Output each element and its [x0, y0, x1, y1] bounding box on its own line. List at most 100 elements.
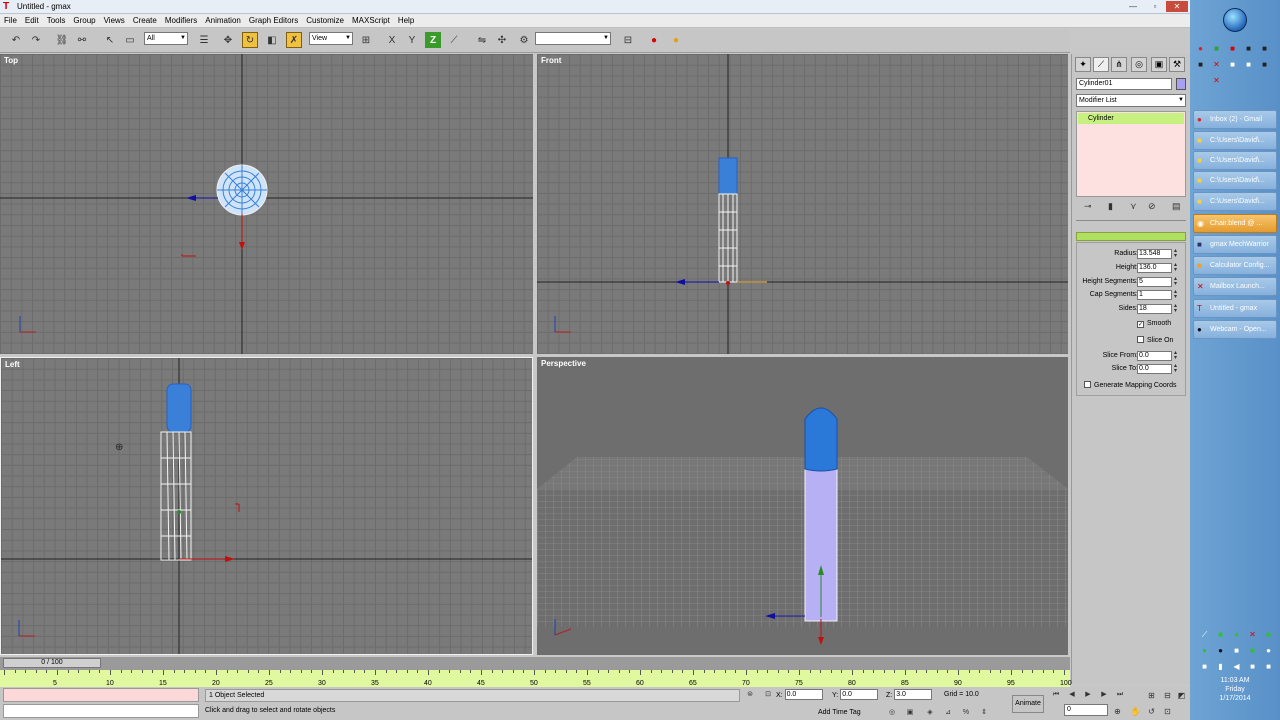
show-end-result-icon[interactable]: ▮	[1108, 201, 1113, 212]
task-button[interactable]: ■ C:\Users\David\...	[1193, 171, 1277, 190]
menu-maxscript[interactable]: MAXScript	[348, 14, 394, 28]
go-to-start-icon[interactable]: ⏮	[1050, 689, 1062, 700]
restrict-plane-icon[interactable]: ⟋	[446, 32, 462, 48]
selection-filter-select[interactable]: All ▼	[144, 32, 188, 45]
task-button[interactable]: ✕ Mailbox Launch...	[1193, 277, 1277, 296]
viewport-label-perspective[interactable]: Perspective	[541, 359, 586, 368]
viewport-top[interactable]: Top	[0, 54, 533, 354]
quicklaunch-icon[interactable]: ■	[1244, 60, 1253, 69]
quicklaunch-icon[interactable]: ■	[1260, 44, 1269, 53]
play-icon[interactable]: ▶	[1082, 689, 1094, 700]
tray-icon[interactable]: ■	[1232, 646, 1241, 655]
modifier-list-select[interactable]: Modifier List ▼	[1076, 94, 1186, 107]
quicklaunch-icon[interactable]: ■	[1196, 60, 1205, 69]
modifier-stack[interactable]: Cylinder	[1076, 111, 1186, 197]
align-icon[interactable]: ⊟	[620, 32, 636, 48]
modify-tab-icon[interactable]: ⟋	[1093, 57, 1109, 72]
lock-selection-icon[interactable]: ⊜	[744, 689, 756, 700]
make-unique-icon[interactable]: ⋎	[1130, 201, 1137, 212]
render-icon[interactable]: ●	[668, 32, 684, 48]
cap-segments-field[interactable]: 1	[1137, 290, 1172, 300]
cylinder-wireframe-top[interactable]	[216, 164, 268, 216]
radius-field[interactable]: 13.548	[1137, 249, 1172, 259]
tray-icon[interactable]: ⟋	[1200, 630, 1209, 639]
go-to-end-icon[interactable]: ⏭	[1114, 689, 1126, 700]
spinner-icon[interactable]: ▴ ▾	[1174, 262, 1177, 273]
clock[interactable]: 11:03 AM Friday 1/17/2014	[1200, 676, 1270, 703]
manipulate-icon[interactable]: ✗	[286, 32, 302, 48]
key-mode-icon[interactable]: ◎	[886, 707, 898, 718]
spinner-icon[interactable]: ▴ ▾	[1174, 248, 1177, 259]
height-field[interactable]: 136.0	[1137, 263, 1172, 273]
menu-tools[interactable]: Tools	[43, 14, 70, 28]
task-button-active[interactable]: ◉ Chair.blend @ ...	[1193, 214, 1277, 233]
task-button[interactable]: ● Inbox (2) - Gmail	[1193, 110, 1277, 129]
minimize-button[interactable]: —	[1124, 1, 1142, 12]
tray-icon[interactable]: ●	[1216, 646, 1225, 655]
move-icon[interactable]: ✥	[220, 32, 236, 48]
menu-graph-editors[interactable]: Graph Editors	[245, 14, 302, 28]
utilities-tab-icon[interactable]: ⚒	[1169, 57, 1185, 72]
menu-help[interactable]: Help	[394, 14, 418, 28]
rotate-icon[interactable]: ↻	[242, 32, 258, 48]
restrict-z-icon[interactable]: Z	[425, 32, 441, 48]
task-button[interactable]: ■ C:\Users\David\...	[1193, 192, 1277, 211]
time-config-icon[interactable]: ▣	[904, 707, 916, 718]
menu-create[interactable]: Create	[129, 14, 161, 28]
snap-icon[interactable]: ⚙	[516, 32, 532, 48]
task-button[interactable]: ■ gmax MechWarrior	[1193, 235, 1277, 254]
y-field[interactable]: 0.0	[840, 689, 879, 700]
undo-icon[interactable]: ↶	[8, 32, 24, 48]
task-button[interactable]: ■ C:\Users\David\...	[1193, 151, 1277, 170]
task-button[interactable]: ■ Calculator Config...	[1193, 256, 1277, 275]
select-by-name-icon[interactable]: ☰	[196, 32, 212, 48]
tray-icon[interactable]: ●	[1200, 646, 1209, 655]
menu-animation[interactable]: Animation	[201, 14, 245, 28]
pivot-center-icon[interactable]: ⊞	[358, 32, 374, 48]
field-of-view-icon[interactable]: ◩	[1176, 690, 1187, 701]
quicklaunch-icon[interactable]: ■	[1260, 60, 1269, 69]
viewport-front[interactable]: Front	[537, 54, 1068, 354]
slice-from-field[interactable]: 0.0	[1137, 351, 1172, 361]
prev-frame-icon[interactable]: ◀	[1066, 689, 1078, 700]
object-name-field[interactable]: Cylinder01	[1076, 78, 1172, 90]
tray-icon[interactable]: ●	[1232, 630, 1241, 639]
pan-icon[interactable]: ✋	[1130, 706, 1141, 717]
chrome-icon[interactable]: ●	[1196, 44, 1205, 53]
unlink-icon[interactable]: ⚯	[74, 32, 90, 48]
zoom-all-icon[interactable]: ⊟	[1162, 690, 1173, 701]
generate-mapping-checkbox[interactable]: Generate Mapping Coords	[1084, 381, 1177, 392]
restrict-y-icon[interactable]: Y	[404, 32, 420, 48]
cylinder-wireframe-left[interactable]	[160, 383, 192, 561]
volume-icon[interactable]: ◀	[1232, 662, 1241, 671]
task-button[interactable]: ■ C:\Users\David\...	[1193, 131, 1277, 150]
tray-icon[interactable]: ■	[1200, 662, 1209, 671]
viewport-label-top[interactable]: Top	[4, 56, 18, 65]
network-icon[interactable]: ▮	[1216, 662, 1225, 671]
scale-icon[interactable]: ◧	[264, 32, 280, 48]
spinner-icon[interactable]: ▴ ▾	[1174, 303, 1177, 314]
named-selection-select[interactable]: ▼	[535, 32, 611, 45]
tray-icon[interactable]: ■	[1248, 646, 1257, 655]
next-frame-icon[interactable]: ▶	[1098, 689, 1110, 700]
menu-file[interactable]: File	[0, 14, 21, 28]
create-tab-icon[interactable]: ✦	[1075, 57, 1091, 72]
animate-button[interactable]: Animate	[1012, 695, 1044, 713]
array-icon[interactable]: ✣	[494, 32, 510, 48]
time-slider-thumb[interactable]: 0 / 100	[3, 658, 101, 668]
menu-group[interactable]: Group	[69, 14, 99, 28]
slice-on-checkbox[interactable]: Slice On	[1137, 336, 1173, 347]
cylinder-wireframe-front[interactable]	[718, 157, 738, 283]
tray-icon[interactable]: ■	[1264, 630, 1273, 639]
cylinder-shaded[interactable]	[804, 407, 838, 622]
spinner-icon[interactable]: ▴ ▾	[1174, 276, 1177, 287]
start-button[interactable]	[1223, 8, 1247, 32]
viewport-label-left[interactable]: Left	[5, 360, 20, 369]
quicklaunch-icon[interactable]: ■	[1228, 44, 1237, 53]
remove-modifier-icon[interactable]: ⊘	[1148, 201, 1156, 212]
menu-edit[interactable]: Edit	[21, 14, 43, 28]
track-bar[interactable]: 5 10 15 20 25 30 35 40 45 50 55 60 65 70 75 80 85 90 95 100	[0, 669, 1072, 687]
viewport-perspective[interactable]: Perspective	[537, 357, 1068, 655]
spinner-icon[interactable]: ▴ ▾	[1174, 363, 1177, 374]
task-button[interactable]: ● Webcam - Open...	[1193, 320, 1277, 339]
